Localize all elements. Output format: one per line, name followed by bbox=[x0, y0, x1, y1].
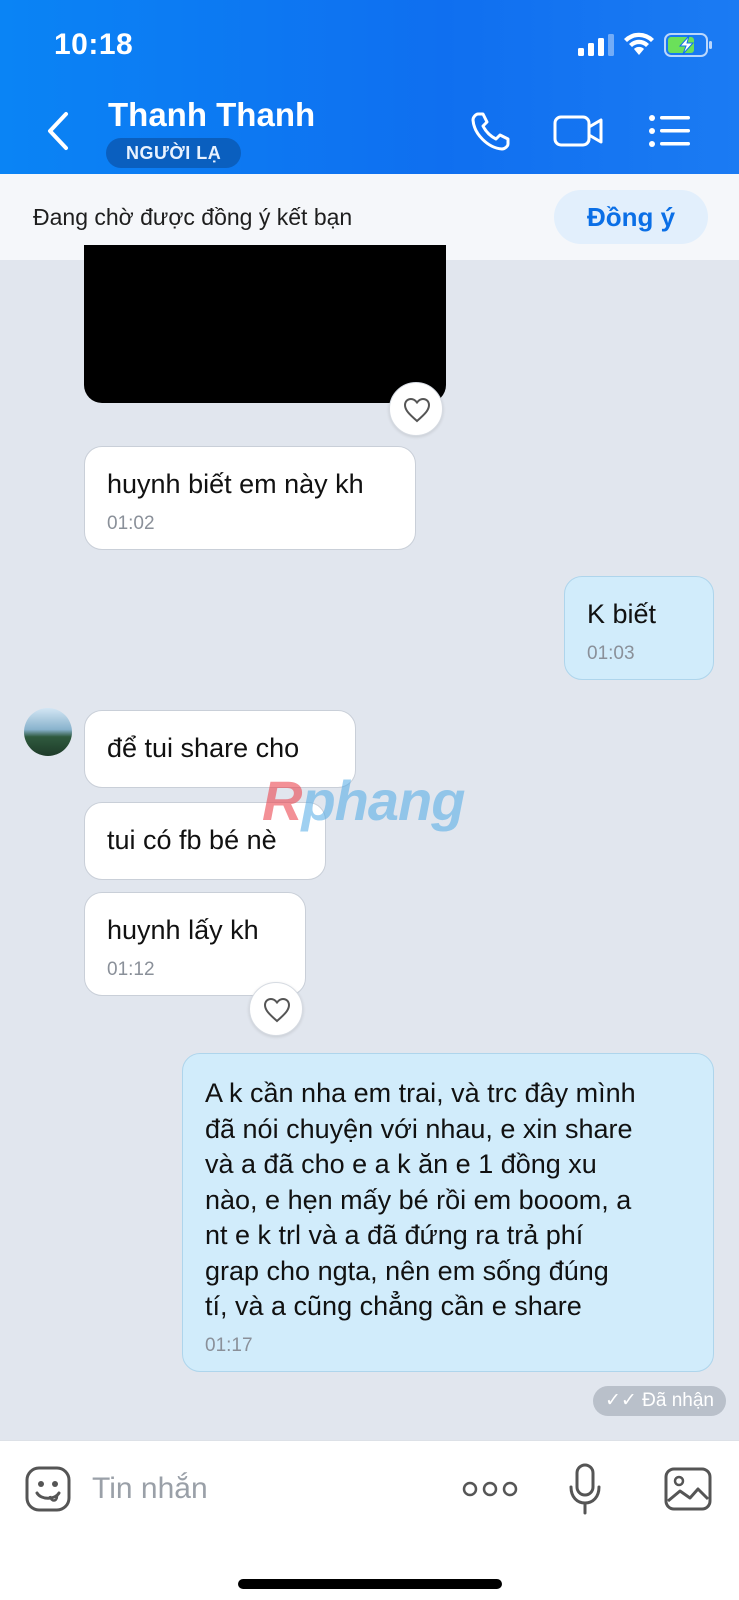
message-input[interactable] bbox=[92, 1465, 432, 1513]
cellular-signal-icon bbox=[578, 34, 614, 56]
accept-friend-button[interactable]: Đồng ý bbox=[554, 190, 708, 244]
phone-icon[interactable] bbox=[468, 108, 514, 154]
message-bubble-incoming[interactable]: huynh lấy kh 01:12 bbox=[84, 892, 306, 996]
message-text: K biết bbox=[587, 599, 657, 629]
message-text: để tui share cho bbox=[107, 733, 300, 763]
video-call-icon[interactable] bbox=[552, 108, 604, 154]
home-indicator bbox=[238, 1579, 502, 1589]
back-icon[interactable] bbox=[40, 108, 76, 154]
watermark-logo: Rphang bbox=[262, 769, 465, 832]
message-time: 01:02 bbox=[107, 512, 155, 534]
react-heart-button[interactable] bbox=[249, 982, 303, 1036]
friend-request-text: Đang chờ được đồng ý kết bạn bbox=[33, 204, 353, 230]
react-heart-button[interactable] bbox=[389, 382, 443, 436]
message-time: 01:12 bbox=[107, 958, 155, 980]
battery-charging-icon bbox=[664, 33, 712, 57]
message-bubble-outgoing[interactable]: A k cần nha em trai, và trc đây mình đã … bbox=[182, 1053, 714, 1372]
contact-name[interactable]: Thanh Thanh bbox=[108, 96, 315, 134]
message-time: 01:03 bbox=[587, 642, 635, 664]
double-check-icon: ✓✓ bbox=[605, 1390, 637, 1411]
heart-icon bbox=[263, 997, 291, 1023]
message-time: 01:17 bbox=[205, 1334, 253, 1356]
message-composer bbox=[0, 1440, 739, 1600]
image-message[interactable] bbox=[84, 245, 446, 403]
message-text: huynh biết em này kh bbox=[107, 469, 364, 499]
message-bubble-outgoing[interactable]: K biết 01:03 bbox=[564, 576, 714, 680]
message-text: A k cần nha em trai, và trc đây mình đã … bbox=[205, 1078, 636, 1321]
microphone-icon[interactable] bbox=[568, 1463, 602, 1515]
heart-icon bbox=[403, 397, 431, 423]
status-time: 10:18 bbox=[54, 28, 134, 61]
received-status-badge: ✓✓ Đã nhận bbox=[593, 1386, 726, 1416]
more-options-icon[interactable] bbox=[462, 1477, 518, 1501]
menu-list-icon[interactable] bbox=[648, 108, 692, 154]
message-bubble-incoming[interactable]: huynh biết em này kh 01:02 bbox=[84, 446, 416, 550]
contact-avatar[interactable] bbox=[24, 708, 72, 756]
wifi-icon bbox=[624, 32, 654, 55]
message-text: huynh lấy kh bbox=[107, 915, 259, 945]
stranger-badge: NGƯỜI LẠ bbox=[106, 138, 242, 168]
chat-header: 10:18 Thanh Thanh NGƯỜI LẠ bbox=[0, 0, 739, 174]
image-gallery-icon[interactable] bbox=[664, 1467, 712, 1511]
emoji-icon[interactable] bbox=[24, 1465, 72, 1513]
received-status-text: Đã nhận bbox=[642, 1390, 714, 1411]
